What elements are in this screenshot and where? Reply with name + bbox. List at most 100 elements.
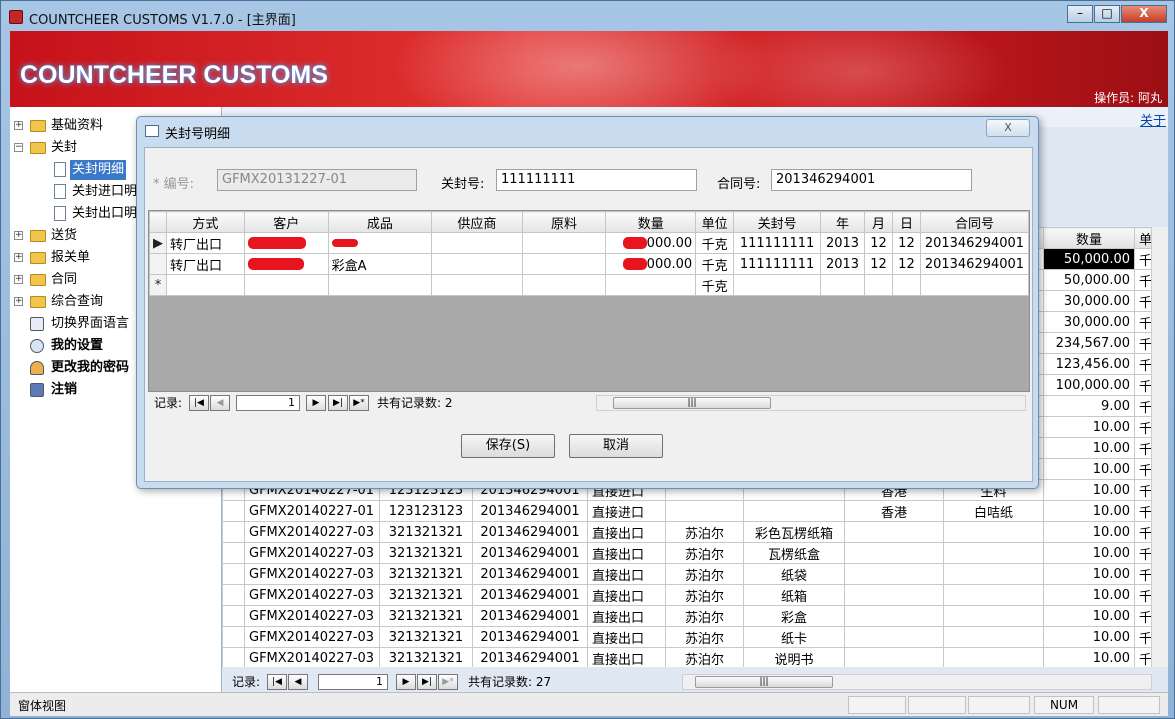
cell-mode[interactable]: 直接进口	[587, 500, 666, 522]
cell-supplier[interactable]: 苏泊尔	[665, 647, 744, 667]
cell-id[interactable]: GFMX20140227-01	[244, 500, 380, 522]
cell-customer[interactable]	[243, 274, 329, 296]
cell-supplier[interactable]: 苏泊尔	[665, 626, 744, 648]
cell-material[interactable]	[943, 521, 1044, 543]
cell-supplier[interactable]	[431, 232, 523, 254]
cell-product[interactable]	[743, 500, 845, 522]
contract-number-field[interactable]: 201346294001	[771, 169, 972, 191]
cell-seal[interactable]	[733, 274, 822, 296]
first-record-button[interactable]: |◀	[189, 395, 209, 411]
cell-product[interactable]	[327, 274, 433, 296]
cell-material[interactable]	[943, 542, 1044, 564]
table-row[interactable]: GFMX20140227-03 321321321 201346294001 直接出口…	[222, 563, 1158, 585]
cell-qty[interactable]: 10.00	[1043, 605, 1135, 627]
cancel-button[interactable]: 取消	[569, 434, 663, 458]
table-row[interactable]: GFMX20140227-03 321321321 201346294001 直接出口…	[222, 521, 1158, 543]
cell-material[interactable]	[943, 584, 1044, 606]
cell-contract[interactable]: 201346294001	[472, 521, 588, 543]
cell-id[interactable]: GFMX20140227-03	[244, 542, 380, 564]
cell-qty[interactable]: 100,000.00	[1043, 374, 1135, 396]
column-header-qty[interactable]: 数量	[605, 211, 697, 233]
last-record-button[interactable]: ▶|	[417, 674, 437, 690]
cell-supplier[interactable]: 苏泊尔	[665, 542, 744, 564]
table-row[interactable]: GFMX20140227-03 321321321 201346294001 直接出口…	[222, 605, 1158, 627]
cell-mode[interactable]	[166, 274, 245, 296]
row-selector[interactable]	[149, 253, 167, 275]
column-header-material[interactable]: 原料	[521, 211, 607, 233]
column-header-seal[interactable]: 关封号	[733, 211, 822, 233]
prev-record-button[interactable]: ◀	[288, 674, 308, 690]
cell-seal[interactable]: 321321321	[379, 584, 473, 606]
scroll-thumb[interactable]: |||	[695, 676, 833, 688]
cell-qty[interactable]: 10.00	[1043, 500, 1135, 522]
cell-mode[interactable]: 直接出口	[587, 626, 666, 648]
cell-qty[interactable]: 10.00	[1043, 647, 1135, 667]
cell-material[interactable]	[943, 605, 1044, 627]
cell-qty[interactable]: 123,456.00	[1043, 353, 1135, 375]
cell-qty[interactable]: 10.00	[1043, 521, 1135, 543]
cell-qty[interactable]: 10.00	[1043, 563, 1135, 585]
column-header-qty[interactable]: 数量	[1043, 227, 1135, 249]
dialog-title-bar[interactable]: 关封号明细 X	[137, 117, 1038, 145]
cell-material[interactable]	[943, 563, 1044, 585]
cell-origin[interactable]	[844, 605, 944, 627]
column-header-day[interactable]: 日	[891, 211, 921, 233]
cell-material[interactable]	[521, 253, 607, 275]
cell-contract[interactable]: 201346294001	[472, 500, 588, 522]
cell-mode[interactable]: 直接出口	[587, 605, 666, 627]
cell-qty[interactable]: 234,567.00	[1043, 332, 1135, 354]
cell-origin[interactable]	[844, 647, 944, 667]
cell-day[interactable]: 12	[891, 253, 921, 275]
cell-qty[interactable]: 50,000.00	[1043, 269, 1135, 291]
cell-contract[interactable]: 201346294001	[472, 584, 588, 606]
cell-contract[interactable]: 201346294001	[472, 542, 588, 564]
cell-origin[interactable]	[844, 563, 944, 585]
cell-qty[interactable]: 10.00	[1043, 626, 1135, 648]
cell-mode[interactable]: 直接出口	[587, 584, 666, 606]
new-record-button[interactable]: ▶*	[349, 395, 369, 411]
collapse-icon[interactable]: −	[14, 143, 23, 152]
cell-contract[interactable]: 201346294001	[919, 232, 1030, 254]
cell-qty[interactable]: 9.00	[1043, 395, 1135, 417]
cell-material[interactable]: 白咭纸	[943, 500, 1044, 522]
expand-icon[interactable]: +	[14, 275, 23, 284]
expand-icon[interactable]: +	[14, 253, 23, 262]
cell-year[interactable]	[820, 274, 866, 296]
cell-contract[interactable]: 201346294001	[472, 647, 588, 667]
cell-qty[interactable]: 10.00	[1043, 458, 1135, 480]
cell-id[interactable]: GFMX20140227-03	[244, 563, 380, 585]
dialog-new-row[interactable]: * 千克	[149, 274, 1030, 296]
column-header-year[interactable]: 年	[820, 211, 866, 233]
cell-material[interactable]	[521, 232, 607, 254]
cell-year[interactable]: 2013	[820, 253, 866, 275]
cell-supplier[interactable]: 苏泊尔	[665, 563, 744, 585]
cell-supplier[interactable]: 苏泊尔	[665, 584, 744, 606]
cell-product[interactable]: 彩盒	[743, 605, 845, 627]
cell-supplier[interactable]	[665, 500, 744, 522]
close-button[interactable]: X	[1121, 5, 1167, 23]
first-record-button[interactable]: |◀	[267, 674, 287, 690]
dialog-close-button[interactable]: X	[986, 119, 1030, 137]
cell-supplier[interactable]: 苏泊尔	[665, 521, 744, 543]
cell-product[interactable]: 纸袋	[743, 563, 845, 585]
cell-mode[interactable]: 直接出口	[587, 563, 666, 585]
cell-id[interactable]: GFMX20140227-03	[244, 626, 380, 648]
cell-material[interactable]	[943, 647, 1044, 667]
cell-origin[interactable]	[844, 521, 944, 543]
cell-product[interactable]: 彩色瓦楞纸箱	[743, 521, 845, 543]
cell-seal[interactable]: 111111111	[733, 232, 822, 254]
cell-seal[interactable]: 321321321	[379, 605, 473, 627]
column-header-month[interactable]: 月	[864, 211, 893, 233]
cell-product[interactable]: 纸卡	[743, 626, 845, 648]
cell-origin[interactable]	[844, 626, 944, 648]
cell-qty[interactable]: 30,000.00	[1043, 311, 1135, 333]
seal-number-field[interactable]: 111111111	[496, 169, 697, 191]
horizontal-scrollbar[interactable]: |||	[682, 674, 1152, 690]
cell-contract[interactable]: 201346294001	[472, 626, 588, 648]
cell-year[interactable]: 2013	[820, 232, 866, 254]
cell-id[interactable]: GFMX20140227-03	[244, 647, 380, 667]
cell-contract[interactable]: 201346294001	[919, 253, 1030, 275]
cell-supplier[interactable]: 苏泊尔	[665, 605, 744, 627]
cell-day[interactable]	[891, 274, 921, 296]
scroll-thumb[interactable]: |||	[613, 397, 771, 409]
